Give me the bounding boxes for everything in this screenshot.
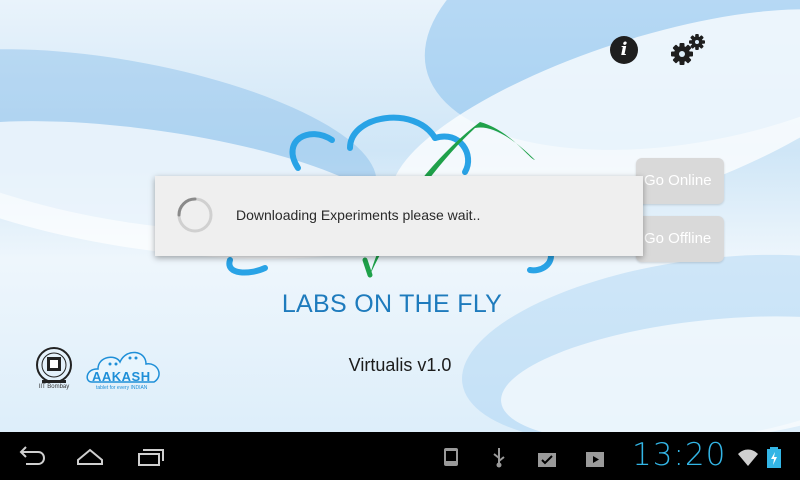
play-store-icon <box>586 452 604 467</box>
aakash-wordmark: AAKASH <box>92 369 151 384</box>
aakash-tagline: tablet for every INDIAN <box>96 385 148 391</box>
home-icon[interactable] <box>75 444 105 468</box>
settings-gear-icon[interactable] <box>668 32 708 68</box>
dialog-message: Downloading Experiments please wait.. <box>236 207 481 223</box>
download-complete-icon <box>538 453 556 467</box>
iit-bombay-caption: IIT Bombay <box>38 384 70 390</box>
app-title: LABS ON THE FLY <box>281 290 503 318</box>
info-icon[interactable]: i <box>610 36 638 64</box>
recent-apps-icon[interactable] <box>136 444 166 468</box>
loading-spinner-icon <box>177 197 213 233</box>
usb-icon <box>493 448 505 468</box>
go-offline-button[interactable]: Go Offline <box>636 216 724 262</box>
progress-dialog: Downloading Experiments please wait.. <box>155 176 643 256</box>
battery-charging-icon <box>767 447 781 468</box>
back-icon[interactable] <box>16 444 46 468</box>
app-screen: i Go Online Go Offline Downloading Exper… <box>0 0 800 432</box>
status-clock: 13:20 <box>632 437 727 473</box>
android-debug-icon <box>444 448 458 466</box>
go-online-button[interactable]: Go Online <box>636 158 724 204</box>
wifi-icon <box>738 449 758 466</box>
